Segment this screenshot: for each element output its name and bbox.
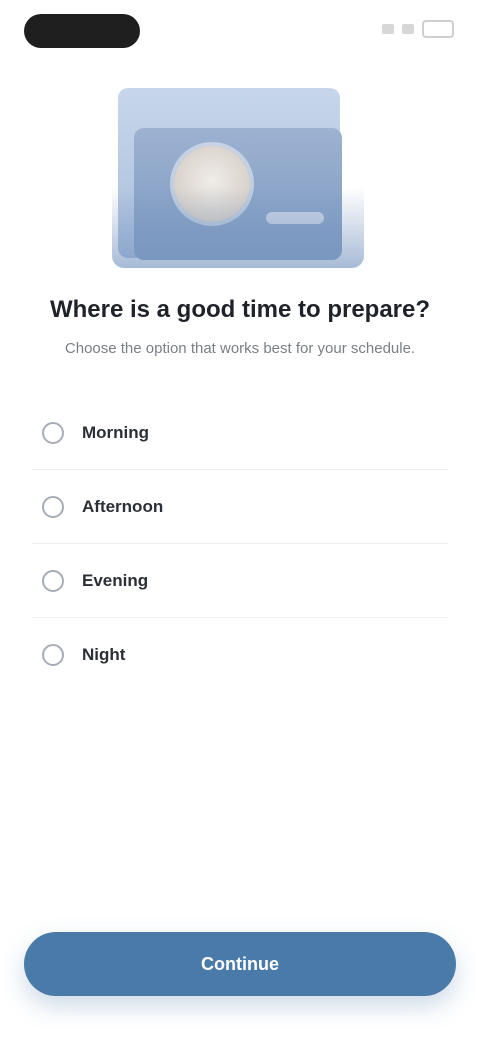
status-icons bbox=[382, 20, 454, 38]
status-bar bbox=[0, 0, 480, 64]
option-label: Morning bbox=[82, 422, 150, 442]
option-night[interactable]: Night bbox=[32, 618, 448, 692]
dynamic-island bbox=[24, 14, 140, 48]
radio-icon[interactable] bbox=[42, 421, 64, 444]
option-label: Afternoon bbox=[82, 496, 164, 516]
options-list: Morning Afternoon Evening Night bbox=[32, 396, 448, 692]
continue-button[interactable]: Continue bbox=[24, 932, 456, 996]
option-label: Evening bbox=[82, 570, 149, 590]
hero-illustration bbox=[112, 88, 364, 268]
page-subtitle: Choose the option that works best for yo… bbox=[64, 340, 416, 357]
option-morning[interactable]: Morning bbox=[32, 396, 448, 470]
battery-icon bbox=[422, 20, 454, 38]
option-label: Night bbox=[82, 645, 126, 664]
radio-icon[interactable] bbox=[42, 644, 64, 666]
hero-overlay bbox=[112, 88, 364, 268]
signal-icon bbox=[382, 24, 394, 34]
option-afternoon[interactable]: Afternoon bbox=[32, 470, 448, 544]
wifi-icon bbox=[402, 24, 414, 34]
option-evening[interactable]: Evening bbox=[32, 544, 448, 618]
radio-icon[interactable] bbox=[42, 495, 64, 518]
page-title: Where is a good time to prepare? bbox=[49, 296, 431, 323]
radio-icon[interactable] bbox=[42, 569, 64, 592]
